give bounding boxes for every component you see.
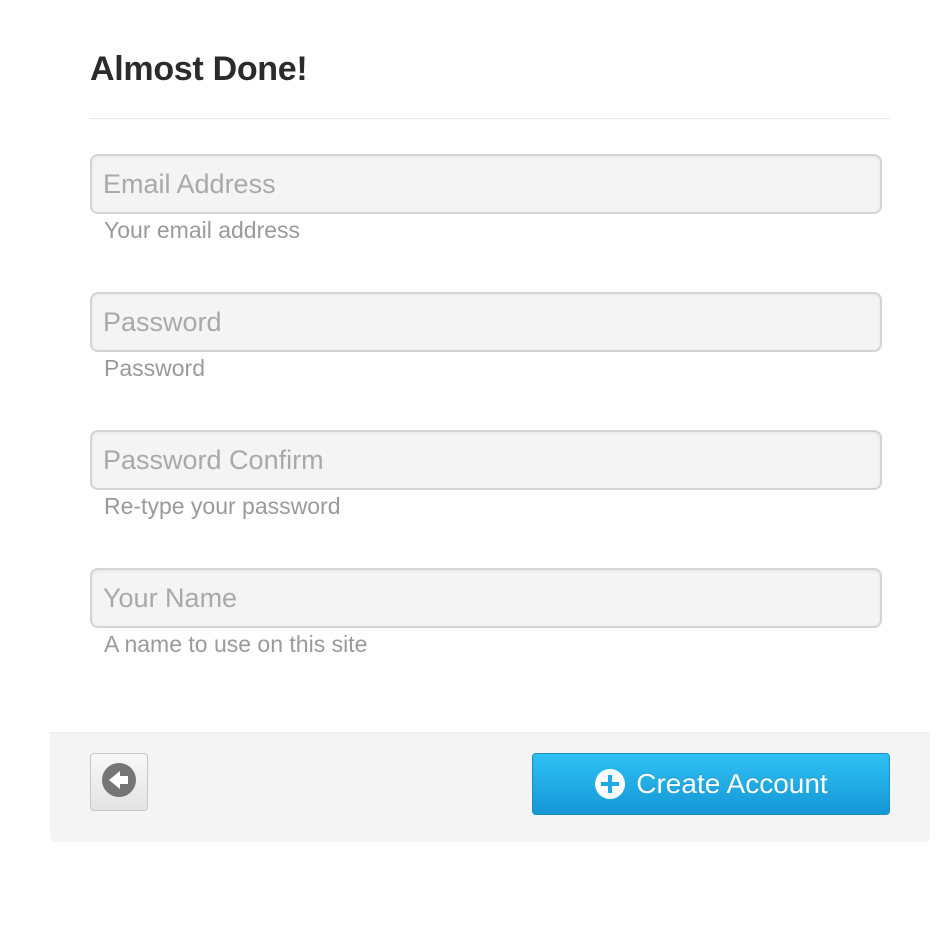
password-help-text: Password <box>104 355 205 381</box>
form-footer: Create Account <box>50 732 930 842</box>
password-confirm-help-text: Re-type your password <box>104 493 341 519</box>
email-input[interactable] <box>90 154 882 214</box>
create-account-button[interactable]: Create Account <box>532 753 890 815</box>
signup-page: Almost Done! Your email address Password… <box>0 0 942 930</box>
password-field-group: Password <box>90 292 882 382</box>
password-confirm-field-group: Re-type your password <box>90 430 882 520</box>
name-input[interactable] <box>90 568 882 628</box>
back-button[interactable] <box>90 753 148 811</box>
plus-circle-icon <box>594 768 626 800</box>
name-help-text: A name to use on this site <box>104 631 368 657</box>
email-field-group: Your email address <box>90 154 882 244</box>
create-account-label: Create Account <box>636 768 828 799</box>
page-title: Almost Done! <box>90 50 308 88</box>
password-confirm-input[interactable] <box>90 430 882 490</box>
name-field-group: A name to use on this site <box>90 568 882 658</box>
divider <box>90 118 890 119</box>
email-help-text: Your email address <box>104 217 301 243</box>
password-input[interactable] <box>90 292 882 352</box>
arrow-left-circle-icon <box>101 762 137 803</box>
